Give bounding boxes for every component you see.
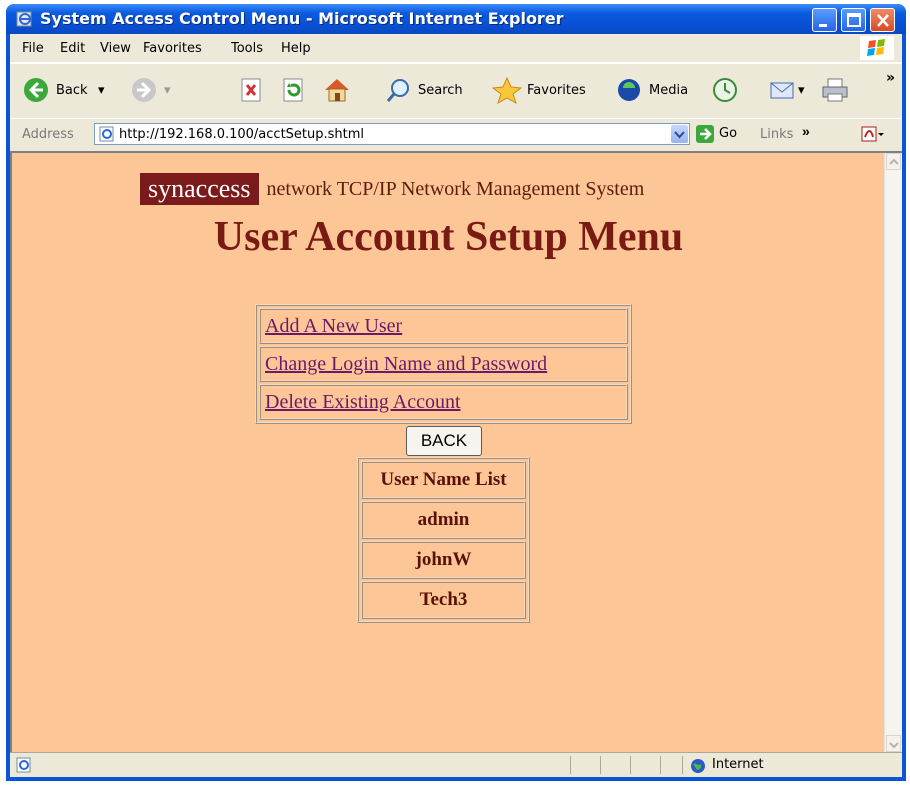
add-new-user-link[interactable]: Add A New User [265, 315, 402, 337]
media-icon [618, 79, 640, 101]
pdf-tool-icon[interactable] [860, 125, 884, 143]
links-toolbar[interactable]: Links [760, 127, 793, 142]
forward-arrow-icon [132, 78, 156, 102]
standard-toolbar: Back ▾ ▾ Search Favorites Media ▾ » [10, 63, 902, 119]
minimize-icon [819, 24, 827, 27]
user-name-table: User Name List admin johnW Tech3 [357, 457, 530, 623]
back-arrow-icon [24, 78, 48, 102]
history-icon [713, 78, 737, 102]
scroll-up-button[interactable] [886, 153, 901, 170]
stop-button[interactable] [238, 76, 268, 104]
back-dropdown-icon[interactable]: ▾ [98, 83, 105, 98]
scroll-down-button[interactable] [886, 735, 901, 752]
status-divider [660, 756, 661, 774]
status-divider [630, 756, 631, 774]
go-arrow-icon [696, 125, 714, 143]
user-row: johnW [361, 541, 526, 579]
change-login-link[interactable]: Change Login Name and Password [265, 353, 547, 375]
address-dropdown-icon[interactable] [671, 125, 688, 143]
back-button[interactable]: Back ▾ [22, 76, 117, 104]
browser-client: File Edit View Favorites Tools Help Back… [10, 34, 902, 777]
forward-dropdown-icon: ▾ [164, 83, 171, 98]
refresh-button[interactable] [280, 76, 310, 104]
media-button[interactable]: Media [615, 76, 700, 104]
refresh-icon [283, 78, 303, 102]
maximize-icon [847, 13, 861, 27]
page-content: synaccess network TCP/IP Network Managem… [12, 153, 885, 752]
toolbar-more-icon[interactable]: » [886, 70, 895, 98]
menu-file[interactable]: File [22, 41, 44, 56]
history-button[interactable] [710, 76, 740, 104]
links-more-icon[interactable]: » [802, 123, 810, 139]
browser-window: System Access Control Menu - Microsoft I… [6, 4, 906, 781]
search-button[interactable]: Search [384, 76, 476, 104]
address-url: http://192.168.0.100/acctSetup.shtml [119, 127, 365, 142]
menu-row: Change Login Name and Password [259, 346, 628, 382]
forward-button[interactable]: ▾ [130, 76, 180, 104]
address-bar: Address http://192.168.0.100/acctSetup.s… [10, 118, 902, 151]
address-input[interactable]: http://192.168.0.100/acctSetup.shtml [94, 123, 690, 145]
print-button[interactable] [820, 76, 854, 104]
status-divider [570, 756, 571, 774]
page-viewport: synaccess network TCP/IP Network Managem… [10, 151, 902, 752]
window-title: System Access Control Menu - Microsoft I… [40, 9, 564, 28]
page-title: User Account Setup Menu [213, 214, 684, 260]
favorites-button[interactable]: Favorites [491, 76, 601, 104]
menu-view[interactable]: View [100, 41, 131, 56]
ie-icon [16, 11, 32, 27]
vertical-scrollbar[interactable] [884, 153, 902, 752]
title-bar[interactable]: System Access Control Menu - Microsoft I… [6, 4, 906, 34]
user-list-header: User Name List [361, 461, 526, 499]
menu-favorites[interactable]: Favorites [143, 41, 202, 56]
star-icon [491, 76, 523, 104]
mail-icon [770, 82, 794, 99]
minimize-button[interactable] [812, 8, 837, 32]
brand-tagline: network TCP/IP Network Management System [266, 177, 645, 200]
status-divider [682, 756, 683, 774]
address-label: Address [22, 127, 74, 142]
menu-tools[interactable]: Tools [231, 41, 263, 56]
chevron-up-icon [889, 158, 899, 165]
home-button[interactable] [322, 76, 352, 104]
home-icon [325, 79, 349, 102]
account-menu-table: Add A New User Change Login Name and Pas… [255, 304, 632, 424]
search-icon [386, 79, 409, 102]
brand-header: synaccess network TCP/IP Network Managem… [140, 173, 644, 205]
status-divider [600, 756, 601, 774]
user-row: admin [361, 501, 526, 539]
back-page-button[interactable]: BACK [406, 426, 482, 456]
chevron-down-icon [889, 742, 899, 749]
stop-icon [241, 78, 261, 102]
menu-row: Delete Existing Account [259, 384, 628, 420]
page-status-icon [16, 757, 31, 773]
delete-account-link[interactable]: Delete Existing Account [265, 391, 461, 413]
menu-help[interactable]: Help [281, 41, 311, 56]
close-icon [877, 14, 889, 27]
synaccess-logo: synaccess [140, 173, 259, 205]
menu-row: Add A New User [259, 308, 628, 344]
close-button[interactable] [870, 8, 895, 32]
status-bar: Internet [10, 752, 902, 777]
user-row: Tech3 [361, 581, 526, 619]
mail-button[interactable]: ▾ [768, 76, 812, 104]
menu-edit[interactable]: Edit [60, 41, 85, 56]
menu-bar: File Edit View Favorites Tools Help [10, 34, 902, 63]
maximize-button[interactable] [841, 8, 866, 32]
ie-page-icon [99, 126, 114, 142]
mail-dropdown-icon[interactable]: ▾ [798, 83, 805, 98]
globe-icon [691, 759, 705, 773]
windows-logo-icon [860, 36, 894, 60]
print-icon [822, 78, 848, 102]
